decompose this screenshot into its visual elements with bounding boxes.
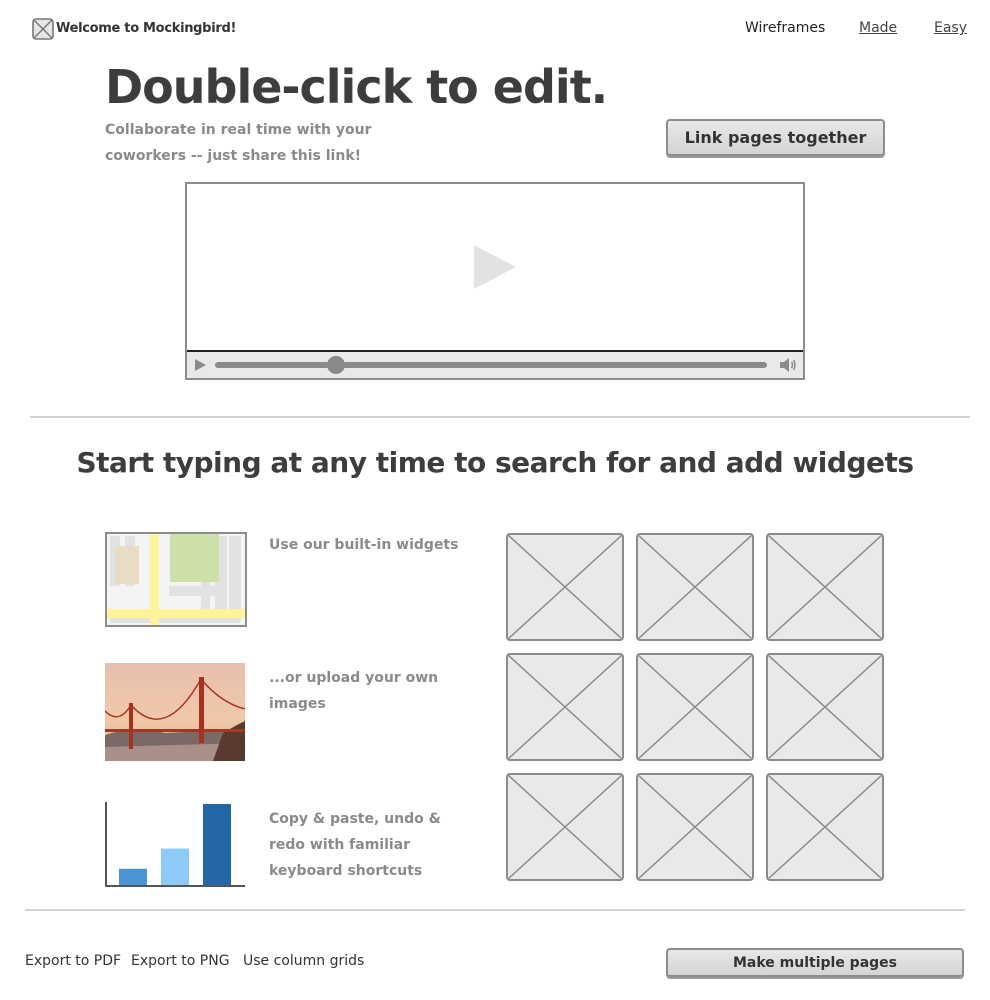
video-controls bbox=[187, 352, 803, 378]
export-pdf-link[interactable]: Export to PDF bbox=[25, 953, 121, 969]
widgets-heading: Start typing at any time to search for a… bbox=[76, 446, 914, 479]
nav-link-easy[interactable]: Easy bbox=[934, 20, 967, 36]
image-placeholder[interactable] bbox=[506, 773, 624, 881]
placeholder-x-icon bbox=[768, 775, 882, 879]
image-placeholder[interactable] bbox=[636, 773, 754, 881]
link-pages-button[interactable]: Link pages together bbox=[666, 119, 885, 156]
image-placeholder[interactable] bbox=[766, 533, 884, 641]
bar-3 bbox=[203, 804, 231, 885]
placeholder-x-icon bbox=[768, 655, 882, 759]
page-title: Double-click to edit. bbox=[105, 60, 608, 114]
column-grids-link[interactable]: Use column grids bbox=[243, 953, 364, 969]
small-play-icon[interactable] bbox=[195, 359, 206, 371]
image-placeholder[interactable] bbox=[506, 533, 624, 641]
placeholder-x-icon bbox=[638, 535, 752, 639]
bar-1 bbox=[119, 868, 147, 885]
map-thumbnail bbox=[105, 532, 247, 627]
video-progress-track[interactable] bbox=[215, 362, 767, 368]
feature-text-shortcuts: Copy & paste, undo & redo with familiar … bbox=[269, 811, 441, 879]
image-placeholder[interactable] bbox=[506, 653, 624, 761]
page-subtitle: Collaborate in real time with your cowor… bbox=[105, 122, 372, 164]
bridge-photo bbox=[105, 663, 245, 761]
feature-text-images: ...or upload your own images bbox=[269, 670, 439, 712]
video-screen[interactable] bbox=[187, 184, 803, 352]
bar-2 bbox=[161, 848, 189, 885]
image-placeholder[interactable] bbox=[766, 653, 884, 761]
image-placeholder[interactable] bbox=[636, 653, 754, 761]
speaker-icon[interactable] bbox=[779, 357, 799, 373]
image-placeholder-grid bbox=[506, 533, 886, 883]
image-placeholder[interactable] bbox=[636, 533, 754, 641]
placeholder-x-icon bbox=[638, 655, 752, 759]
section-divider bbox=[30, 416, 970, 418]
nav-link-wireframes[interactable]: Wireframes bbox=[745, 20, 825, 36]
brand-title: Welcome to Mockingbird! bbox=[56, 21, 237, 36]
footer-divider bbox=[25, 909, 965, 911]
placeholder-x-icon bbox=[508, 775, 622, 879]
placeholder-x-icon bbox=[768, 535, 882, 639]
bar-chart-thumbnail bbox=[105, 802, 245, 887]
video-scrubber-knob[interactable] bbox=[327, 356, 346, 374]
placeholder-x-icon bbox=[638, 775, 752, 879]
play-icon[interactable] bbox=[474, 245, 516, 289]
placeholder-x-icon bbox=[32, 18, 54, 40]
placeholder-x-icon bbox=[508, 655, 622, 759]
make-multiple-pages-button[interactable]: Make multiple pages bbox=[666, 948, 964, 977]
nav-link-made[interactable]: Made bbox=[859, 20, 897, 36]
placeholder-x-icon bbox=[508, 535, 622, 639]
video-player[interactable] bbox=[185, 182, 805, 380]
export-png-link[interactable]: Export to PNG bbox=[131, 953, 230, 969]
feature-text-widgets: Use our built-in widgets bbox=[269, 537, 459, 553]
image-placeholder[interactable] bbox=[766, 773, 884, 881]
